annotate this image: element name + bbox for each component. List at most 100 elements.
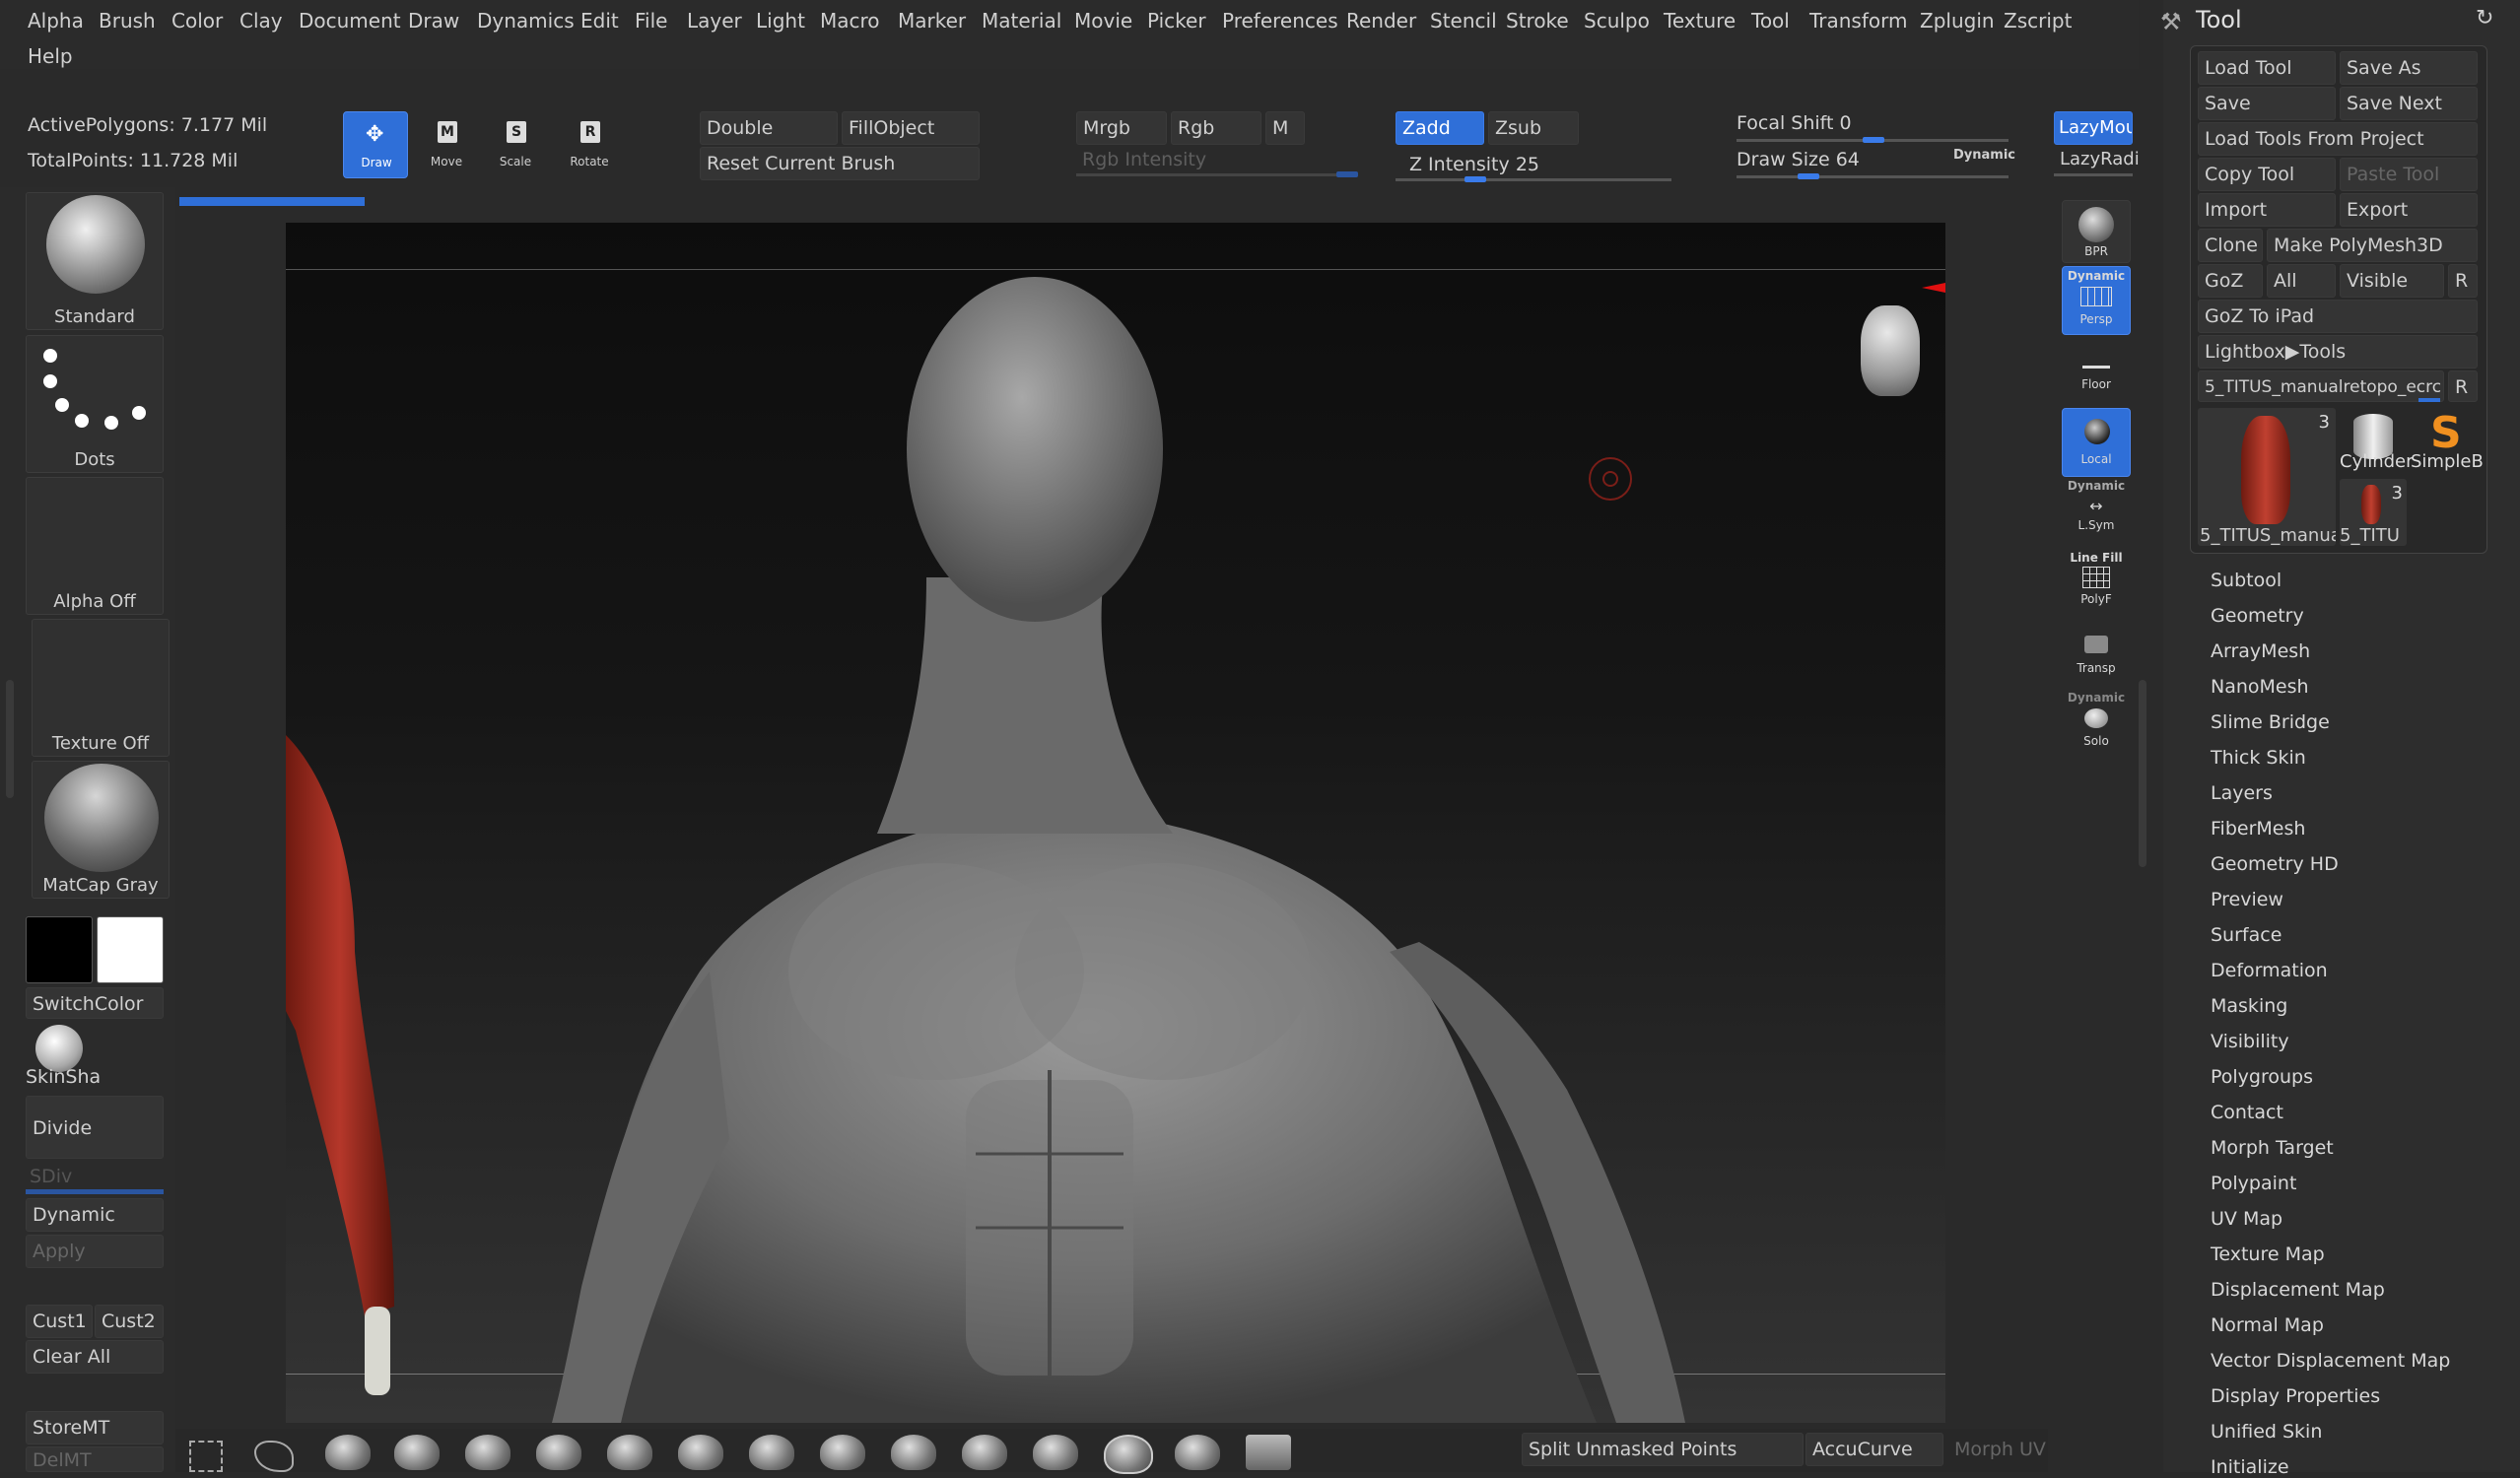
section-polypaint[interactable]: Polypaint (2211, 1173, 2296, 1194)
section-polygroups[interactable]: Polygroups (2211, 1066, 2313, 1088)
menu-color[interactable]: Color (171, 9, 223, 33)
rotate-button[interactable]: R Rotate (557, 111, 622, 178)
tool-thumb-cylinder[interactable]: Cylinder (2340, 408, 2414, 477)
stroke-selector[interactable]: Dots (26, 335, 164, 473)
section-preview[interactable]: Preview (2211, 889, 2283, 910)
section-surface[interactable]: Surface (2211, 924, 2282, 946)
draw-size-knob[interactable] (1798, 173, 1819, 179)
solo-button[interactable]: Dynamic Solo (2062, 690, 2131, 757)
menu-texture[interactable]: Texture (1664, 9, 1736, 33)
draw-button[interactable]: ✥ Draw (343, 111, 408, 178)
accucurve-button[interactable]: AccuCurve (1805, 1433, 1943, 1466)
brush-slot-1-icon[interactable] (325, 1435, 371, 1470)
menu-zscript[interactable]: Zscript (2004, 9, 2072, 33)
menu-marker[interactable]: Marker (898, 9, 966, 33)
draw-size-dynamic-button[interactable]: Dynamic (1953, 148, 2015, 163)
lazy-mouse-button[interactable]: LazyMou (2054, 111, 2133, 145)
section-displacement-map[interactable]: Displacement Map (2211, 1279, 2385, 1301)
divide-button[interactable]: Divide (26, 1096, 164, 1159)
skin-shade-icon[interactable] (35, 1025, 83, 1072)
section-nanomesh[interactable]: NanoMesh (2211, 676, 2309, 698)
menu-transform[interactable]: Transform (1809, 9, 1907, 33)
lightbox-tools-button[interactable]: Lightbox▶Tools (2198, 335, 2478, 369)
navigation-head-icon[interactable] (1861, 305, 1920, 396)
menu-zplugin[interactable]: Zplugin (1920, 9, 1995, 33)
zsub-button[interactable]: Zsub (1488, 111, 1579, 145)
menu-sculpo[interactable]: Sculpo (1584, 9, 1650, 33)
bpr-button[interactable]: BPR (2062, 200, 2131, 263)
brush-slot-8-icon[interactable] (820, 1435, 865, 1470)
save-button[interactable]: Save (2198, 87, 2336, 120)
reset-current-brush-button[interactable]: Reset Current Brush (700, 147, 980, 180)
brush-slot-14-icon[interactable] (1246, 1435, 1291, 1470)
section-geometry[interactable]: Geometry (2211, 605, 2304, 627)
copy-tool-button[interactable]: Copy Tool (2198, 158, 2336, 191)
z-intensity-slider[interactable] (1396, 178, 1671, 181)
menu-render[interactable]: Render (1346, 9, 1416, 33)
menu-material[interactable]: Material (982, 9, 1061, 33)
local-button[interactable]: Local (2062, 408, 2131, 477)
section-thick-skin[interactable]: Thick Skin (2211, 747, 2306, 769)
brush-slot-13-icon[interactable] (1175, 1435, 1220, 1470)
z-intensity-knob[interactable] (1464, 176, 1486, 182)
load-from-project-button[interactable]: Load Tools From Project (2198, 122, 2478, 156)
tool-thumb-small[interactable]: 3 5_TITU (2340, 479, 2407, 546)
import-button[interactable]: Import (2198, 193, 2336, 227)
menu-alpha[interactable]: Alpha (28, 9, 84, 33)
menu-movie[interactable]: Movie (1074, 9, 1132, 33)
current-tool-slider-knob[interactable] (2418, 398, 2440, 402)
menu-stencil[interactable]: Stencil (1430, 9, 1497, 33)
clear-all-button[interactable]: Clear All (26, 1340, 164, 1374)
muscle-model[interactable] (286, 735, 394, 1316)
menu-light[interactable]: Light (756, 9, 805, 33)
goz-button[interactable]: GoZ (2198, 264, 2263, 298)
left-shelf-scrollbar[interactable] (6, 680, 14, 798)
menu-tool[interactable]: Tool (1751, 9, 1790, 33)
clone-button[interactable]: Clone (2198, 229, 2263, 262)
section-fibermesh[interactable]: FiberMesh (2211, 818, 2305, 840)
save-as-button[interactable]: Save As (2340, 51, 2478, 85)
apply-button[interactable]: Apply (26, 1235, 164, 1268)
axis-gizmo-icon[interactable] (1912, 266, 1945, 365)
goz-ipad-button[interactable]: GoZ To iPad (2198, 300, 2478, 333)
section-slime-bridge[interactable]: Slime Bridge (2211, 711, 2330, 733)
brush-slot-9-icon[interactable] (891, 1435, 936, 1470)
brush-slot-4-icon[interactable] (536, 1435, 581, 1470)
goz-all-button[interactable]: All (2267, 264, 2336, 298)
section-contact[interactable]: Contact (2211, 1102, 2283, 1123)
dynamic-subdiv-button[interactable]: Dynamic (26, 1198, 164, 1232)
move-button[interactable]: M Move (414, 111, 479, 178)
section-uv-map[interactable]: UV Map (2211, 1208, 2282, 1230)
sculpt-model[interactable] (286, 223, 1945, 1423)
section-masking[interactable]: Masking (2211, 995, 2287, 1017)
cust1-button[interactable]: Cust1 (26, 1305, 93, 1338)
rgb-button[interactable]: Rgb (1171, 111, 1261, 145)
current-tool-slider[interactable]: 5_TITUS_manualretopo_ecrc (2198, 370, 2444, 402)
scale-button[interactable]: S Scale (483, 111, 548, 178)
section-vector-displacement-map[interactable]: Vector Displacement Map (2211, 1350, 2450, 1372)
section-initialize[interactable]: Initialize (2211, 1456, 2289, 1478)
fill-object-button[interactable]: FillObject (842, 111, 980, 145)
section-unified-skin[interactable]: Unified Skin (2211, 1421, 2322, 1443)
m-button[interactable]: M (1265, 111, 1305, 145)
menu-macro[interactable]: Macro (820, 9, 880, 33)
current-tool-r-button[interactable]: R (2448, 370, 2478, 402)
switch-color-button[interactable]: SwitchColor (26, 987, 164, 1019)
brush-slot-2-icon[interactable] (394, 1435, 440, 1470)
canvas-viewport[interactable] (286, 223, 1945, 1423)
draw-size-slider[interactable] (1737, 175, 2009, 178)
lazy-radius-slider[interactable] (2054, 173, 2133, 176)
tool-thumb-simpleb[interactable]: S SimpleB (2411, 408, 2486, 477)
make-polymesh-button[interactable]: Make PolyMesh3D (2267, 229, 2478, 262)
menu-help[interactable]: Help (28, 44, 73, 68)
rgb-intensity-slider[interactable] (1076, 173, 1356, 176)
menu-clay[interactable]: Clay (239, 9, 283, 33)
section-layers[interactable]: Layers (2211, 782, 2273, 804)
paste-tool-button[interactable]: Paste Tool (2340, 158, 2478, 191)
transp-button[interactable]: Transp (2062, 627, 2131, 686)
menu-dynamics[interactable]: Dynamics (477, 9, 575, 33)
save-next-button[interactable]: Save Next (2340, 87, 2478, 120)
menu-brush[interactable]: Brush (99, 9, 156, 33)
section-morph-target[interactable]: Morph Target (2211, 1137, 2334, 1159)
primary-color-swatch[interactable] (26, 916, 93, 983)
